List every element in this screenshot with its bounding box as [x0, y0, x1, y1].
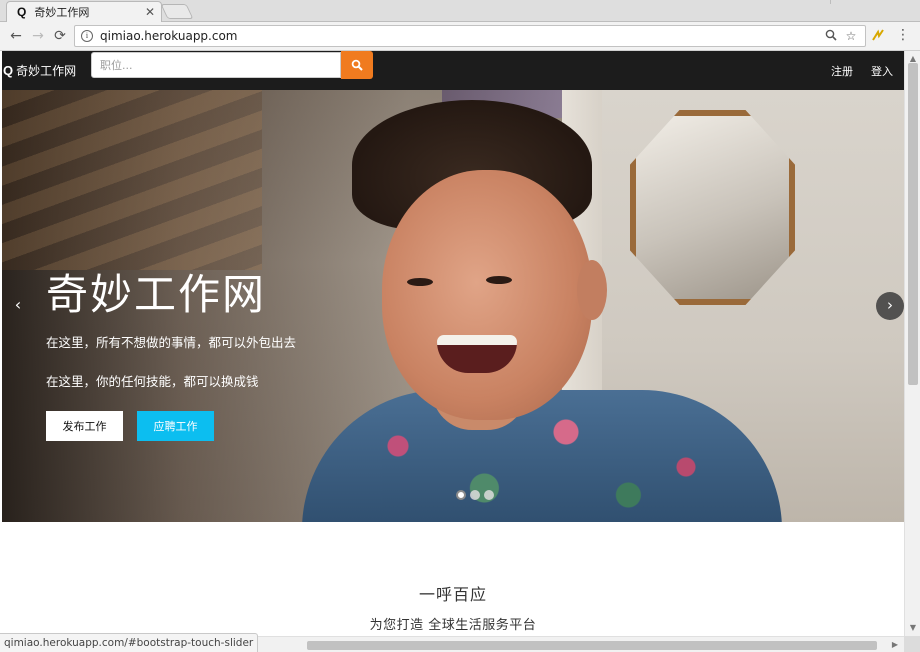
- background-stairs: [2, 90, 262, 270]
- carousel-dot[interactable]: [456, 490, 466, 500]
- scroll-down-icon[interactable]: ▼: [905, 620, 920, 636]
- new-tab-button[interactable]: [160, 4, 194, 19]
- brand-logo[interactable]: Q 奇妙工作网: [3, 51, 76, 90]
- person-eye: [407, 278, 433, 286]
- zoom-icon[interactable]: [823, 29, 839, 44]
- hero-carousel[interactable]: 奇妙工作网 在这里，所有不想做的事情，都可以外包出去 在这里，你的任何技能，都可…: [2, 90, 904, 522]
- tab-strip: Q 奇妙工作网 ✕: [0, 0, 920, 22]
- url-text[interactable]: qimiao.herokuapp.com: [100, 29, 819, 43]
- hero-title: 奇妙工作网: [46, 270, 267, 319]
- horizontal-scroll-thumb[interactable]: [307, 641, 877, 650]
- scrollbar-corner: [904, 636, 920, 652]
- apply-job-button[interactable]: 应聘工作: [137, 411, 214, 441]
- close-icon[interactable]: ✕: [145, 5, 155, 19]
- hero-tagline-1: 在这里，所有不想做的事情，都可以外包出去: [46, 335, 297, 350]
- back-icon[interactable]: ←: [7, 27, 25, 45]
- search-button[interactable]: [341, 51, 373, 79]
- person-head: [382, 170, 592, 420]
- forward-icon[interactable]: →: [29, 27, 47, 45]
- browser-toolbar: ← → ⟳ i qimiao.herokuapp.com ☆ ⋮: [0, 22, 920, 51]
- search-input[interactable]: [91, 52, 341, 78]
- background-mirror: [630, 110, 795, 305]
- vertical-scrollbar[interactable]: ▲ ▼: [904, 51, 920, 636]
- hero-tagline-2: 在这里，你的任何技能，都可以换成钱: [46, 374, 259, 389]
- menu-icon[interactable]: ⋮: [896, 27, 910, 45]
- vertical-scroll-thumb[interactable]: [908, 63, 918, 385]
- star-icon[interactable]: ☆: [843, 29, 859, 43]
- extension-icon[interactable]: [870, 28, 886, 44]
- search-form: [91, 51, 373, 79]
- status-bar-link: qimiao.herokuapp.com/#bootstrap-touch-sl…: [0, 633, 259, 652]
- chevron-left-icon[interactable]: ‹: [10, 294, 26, 316]
- login-link[interactable]: 登入: [871, 63, 893, 79]
- auth-links: 注册 登入: [831, 51, 893, 90]
- page-viewport: Q 奇妙工作网 注册 登入 奇妙工作网 在这里，所有不想做的事情，都可以外包出去…: [2, 51, 904, 636]
- search-icon: [351, 59, 363, 71]
- carousel-dot[interactable]: [470, 490, 480, 500]
- register-link[interactable]: 注册: [831, 63, 853, 79]
- section-title: 一呼百应: [418, 585, 487, 604]
- carousel-indicators: [456, 490, 494, 500]
- person-shirt: [302, 390, 782, 522]
- tab-title: 奇妙工作网: [34, 6, 90, 19]
- person-eye: [486, 276, 512, 284]
- person-ear: [577, 260, 607, 320]
- section-subtitle: 为您打造 全球生活服务平台: [369, 618, 537, 633]
- carousel-dot[interactable]: [484, 490, 494, 500]
- window-controls: [830, 0, 920, 4]
- chevron-right-icon[interactable]: ›: [876, 292, 904, 320]
- brand-icon: Q: [3, 63, 14, 78]
- info-icon[interactable]: i: [81, 30, 93, 42]
- scroll-right-icon[interactable]: ▶: [888, 637, 902, 652]
- browser-tab[interactable]: Q 奇妙工作网 ✕: [6, 1, 162, 22]
- favicon-icon: Q: [17, 5, 27, 19]
- brand-name: 奇妙工作网: [16, 64, 77, 78]
- address-bar[interactable]: i qimiao.herokuapp.com ☆: [74, 25, 866, 47]
- publish-job-button[interactable]: 发布工作: [46, 411, 123, 441]
- site-navbar: Q 奇妙工作网 注册 登入: [2, 51, 904, 90]
- reload-icon[interactable]: ⟳: [51, 27, 69, 45]
